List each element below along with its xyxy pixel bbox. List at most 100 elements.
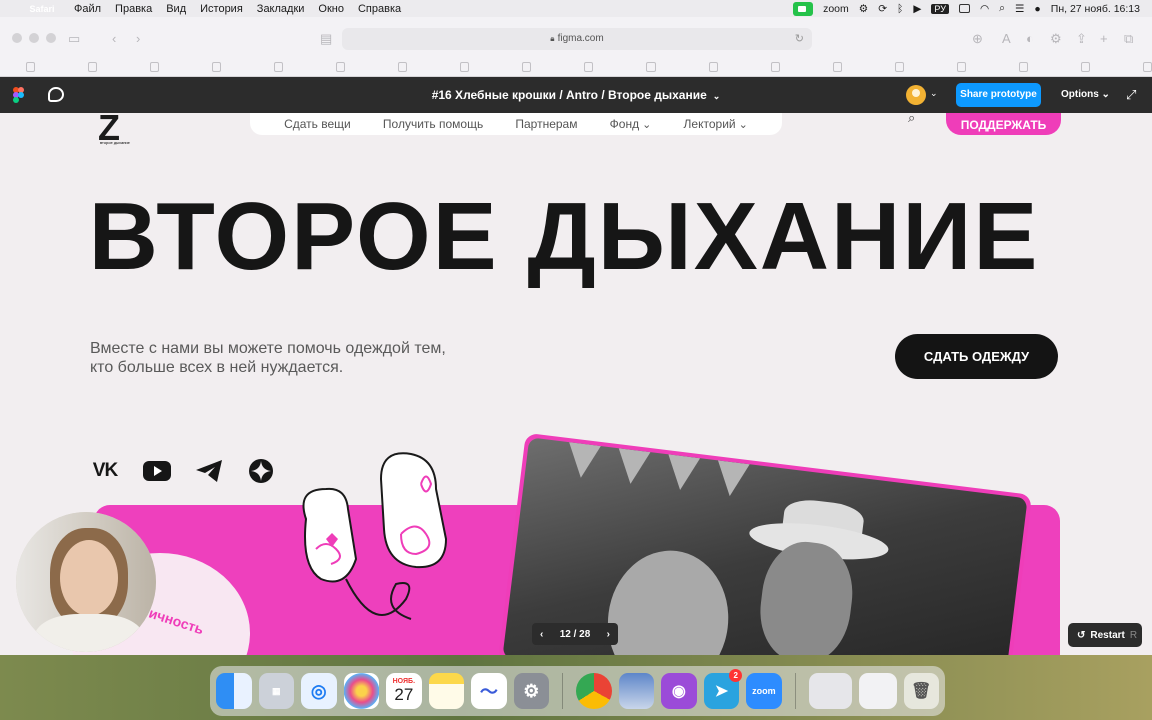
download-icon[interactable]: ⊕	[972, 31, 983, 47]
tab-favicon-icon[interactable]	[770, 61, 780, 72]
address-bar[interactable]: 🔒︎ figma.com ↻	[342, 28, 812, 50]
finder-icon[interactable]	[216, 673, 252, 709]
menu-window[interactable]: Окно	[318, 3, 344, 15]
tab-favicon-icon[interactable]	[646, 61, 656, 72]
calendar-icon[interactable]: НОЯБ. 27	[386, 673, 422, 709]
control-center-icon[interactable]: ☰	[1015, 3, 1024, 15]
podcasts-icon[interactable]: ◉	[661, 673, 697, 709]
options-menu[interactable]: Options ⌄	[1061, 89, 1110, 100]
zoom-status-label[interactable]: zoom	[823, 3, 849, 15]
menubar-datetime[interactable]: Пн, 27 нояб. 16:13	[1051, 3, 1140, 15]
vk-icon[interactable]: VK	[90, 457, 120, 485]
gear-icon[interactable]: ⚙	[859, 3, 868, 15]
give-clothes-button[interactable]: СДАТЬ ОДЕЖДУ	[895, 334, 1058, 379]
share-icon[interactable]: ⇪	[1076, 31, 1087, 47]
tab-favicon-icon[interactable]	[956, 61, 966, 72]
nav-item-get-help[interactable]: Получить помощь	[383, 117, 483, 131]
donate-button[interactable]: ПОДДЕРЖАТЬ	[946, 113, 1061, 135]
notes-icon[interactable]	[428, 673, 465, 709]
site-logo[interactable]: Z второе дыхание	[98, 113, 142, 151]
menu-history[interactable]: История	[200, 3, 243, 15]
chrome-icon[interactable]	[576, 673, 612, 709]
menu-file[interactable]: Файл	[74, 3, 101, 15]
tab-favicon-icon[interactable]	[708, 61, 718, 72]
trash-icon[interactable]: 🗑︎	[903, 673, 940, 709]
tab-favicon-icon[interactable]	[522, 61, 532, 72]
battery-icon[interactable]	[958, 4, 970, 13]
wifi-icon[interactable]: ◠	[980, 3, 989, 15]
zoom-camera-icon[interactable]	[793, 1, 814, 16]
zoom-app-icon[interactable]: zoom	[746, 673, 782, 709]
tab-favicon-icon[interactable]	[26, 61, 36, 72]
close-window-icon[interactable]	[12, 33, 22, 43]
nav-item-fund[interactable]: Фонд	[610, 117, 652, 131]
minimize-window-icon[interactable]	[29, 33, 39, 43]
dzen-icon[interactable]	[246, 457, 276, 485]
system-settings-icon[interactable]: ⚙	[513, 673, 550, 709]
launchpad-icon[interactable]: ▦	[258, 673, 295, 709]
settings-icon[interactable]: ⚙	[1050, 31, 1062, 47]
back-arrow-icon[interactable]: ‹	[112, 31, 116, 46]
tab-favicon-icon[interactable]	[398, 61, 408, 72]
prev-frame-icon[interactable]: ‹	[540, 629, 543, 640]
telegram-dock-icon[interactable]: ➤ 2	[703, 669, 743, 709]
telegram-icon[interactable]	[194, 457, 224, 485]
extension-icon[interactable]: ◐	[1026, 31, 1034, 46]
new-tab-icon[interactable]: +	[1100, 31, 1108, 46]
presenter-webcam-bubble[interactable]	[16, 512, 156, 652]
user-avatar[interactable]	[906, 85, 926, 105]
tab-favicon-icon[interactable]	[336, 61, 346, 72]
menu-bookmarks[interactable]: Закладки	[257, 3, 305, 15]
recent-window-thumbnail[interactable]	[808, 673, 853, 709]
prototype-title-text: #16 Хлебные крошки / Antro / Второе дыха…	[431, 88, 707, 102]
tab-favicon-icon[interactable]	[894, 61, 904, 72]
tab-favicon-icon[interactable]	[212, 61, 222, 72]
siri-icon[interactable]: ●	[1034, 3, 1040, 15]
bluetooth-icon[interactable]: ᛒ	[897, 3, 903, 15]
recent-window-thumbnail[interactable]	[859, 673, 897, 709]
fullscreen-icon[interactable]: ⤢	[1126, 87, 1136, 103]
tab-favicon-icon[interactable]	[88, 61, 98, 72]
sync-icon[interactable]: ⟳	[878, 3, 887, 15]
favorites-bar	[0, 57, 1152, 76]
figma-prototype-header: #16 Хлебные крошки / Antro / Второе дыха…	[0, 77, 1152, 113]
tab-favicon-icon[interactable]	[1080, 61, 1090, 72]
tab-favicon-icon[interactable]	[1018, 61, 1028, 72]
preview-icon[interactable]	[618, 673, 655, 709]
text-size-icon[interactable]: A	[1002, 31, 1011, 46]
next-frame-icon[interactable]: ›	[607, 629, 610, 640]
forward-arrow-icon[interactable]: ›	[136, 31, 140, 46]
reader-icon[interactable]: ▤	[320, 31, 332, 47]
bunting-flag	[564, 442, 601, 480]
play-icon[interactable]: ▶	[913, 3, 921, 15]
reload-icon[interactable]: ↻	[795, 28, 804, 50]
safari-icon[interactable]: ◎	[301, 673, 337, 709]
zoom-window-icon[interactable]	[46, 33, 56, 43]
tab-favicon-icon[interactable]	[460, 61, 470, 72]
search-icon[interactable]: ⌕	[999, 2, 1005, 15]
nav-item-give-things[interactable]: Сдать вещи	[284, 117, 351, 131]
logo-mark-icon: Z	[98, 113, 120, 148]
tab-overview-icon[interactable]: ⧉	[1124, 31, 1133, 47]
tab-favicon-icon[interactable]	[584, 61, 594, 72]
menu-help[interactable]: Справка	[358, 3, 401, 15]
keyboard-layout[interactable]: РУ	[931, 3, 949, 14]
nav-item-partners[interactable]: Партнерам	[515, 117, 577, 131]
search-icon[interactable]: ⌕	[908, 113, 915, 126]
menu-view[interactable]: Вид	[166, 3, 186, 15]
nav-item-lectures[interactable]: Лекторий	[684, 117, 748, 131]
tab-favicon-icon[interactable]	[150, 61, 160, 72]
tab-favicon-icon[interactable]	[832, 61, 842, 72]
sidebar-toggle-icon[interactable]: ▭	[68, 31, 80, 47]
freeform-icon[interactable]: 〜	[471, 673, 507, 709]
chevron-down-icon[interactable]: ⌄	[930, 88, 938, 99]
youtube-icon-wrap[interactable]	[142, 457, 172, 485]
photos-icon[interactable]	[343, 673, 380, 709]
tab-favicon-icon[interactable]	[274, 61, 284, 72]
menu-edit[interactable]: Правка	[115, 3, 152, 15]
macos-menubar: Safari Файл Правка Вид История Закладки …	[0, 0, 1152, 17]
tab-favicon-icon[interactable]	[1142, 61, 1152, 72]
social-links: VK	[90, 457, 276, 485]
share-prototype-button[interactable]: Share prototype	[956, 83, 1041, 107]
restart-button[interactable]: ↺ Restart R	[1068, 623, 1142, 647]
